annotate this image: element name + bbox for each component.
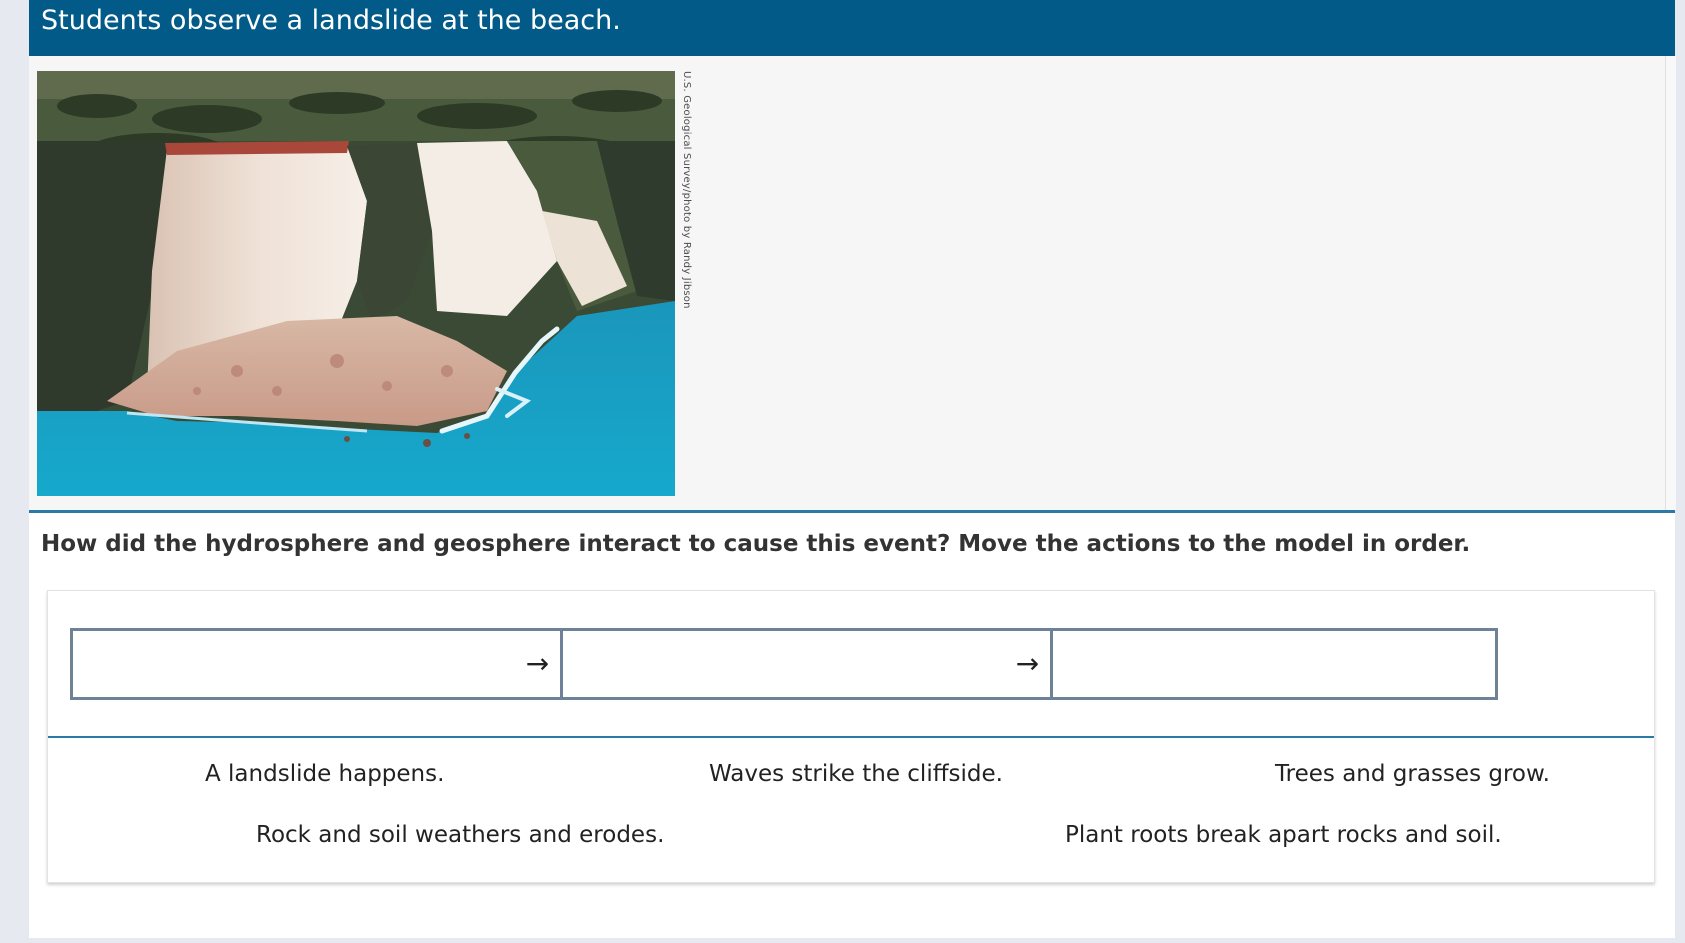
section-divider: [29, 510, 1675, 513]
answer-tray-divider: [48, 736, 1654, 738]
drag-drop-workspace: → → A landslide happens. Waves strike th…: [47, 590, 1655, 883]
assessment-page: Students observe a landslide at the beac…: [29, 0, 1675, 938]
stimulus-panel: U.S. Geological Survey/photo by Randy Ji…: [29, 56, 1675, 510]
answer-tile[interactable]: A landslide happens.: [205, 761, 444, 787]
stimulus-title: Students observe a landslide at the beac…: [41, 5, 621, 36]
stimulus-header: Students observe a landslide at the beac…: [29, 0, 1675, 56]
stimulus-scrollbar[interactable]: [1665, 56, 1676, 510]
landslide-photo-art: [37, 71, 675, 496]
answer-tile[interactable]: Waves strike the cliffside.: [709, 761, 1003, 787]
arrow-right-icon: →: [1005, 628, 1050, 700]
answer-tile[interactable]: Plant roots break apart rocks and soil.: [1065, 822, 1502, 848]
sequence-model: → →: [70, 628, 1603, 700]
landslide-photo: [37, 71, 675, 496]
photo-credit: U.S. Geological Survey/photo by Randy Ji…: [678, 71, 692, 496]
question-prompt: How did the hydrosphere and geosphere in…: [41, 531, 1471, 557]
drop-slot-1[interactable]: [70, 628, 518, 700]
drop-slot-3[interactable]: [1050, 628, 1498, 700]
drop-slot-2[interactable]: [560, 628, 1008, 700]
answer-tile[interactable]: Rock and soil weathers and erodes.: [256, 822, 664, 848]
arrow-right-icon: →: [515, 628, 560, 700]
photo-credit-text: U.S. Geological Survey/photo by Randy Ji…: [681, 71, 692, 309]
answer-tile[interactable]: Trees and grasses grow.: [1275, 761, 1550, 787]
